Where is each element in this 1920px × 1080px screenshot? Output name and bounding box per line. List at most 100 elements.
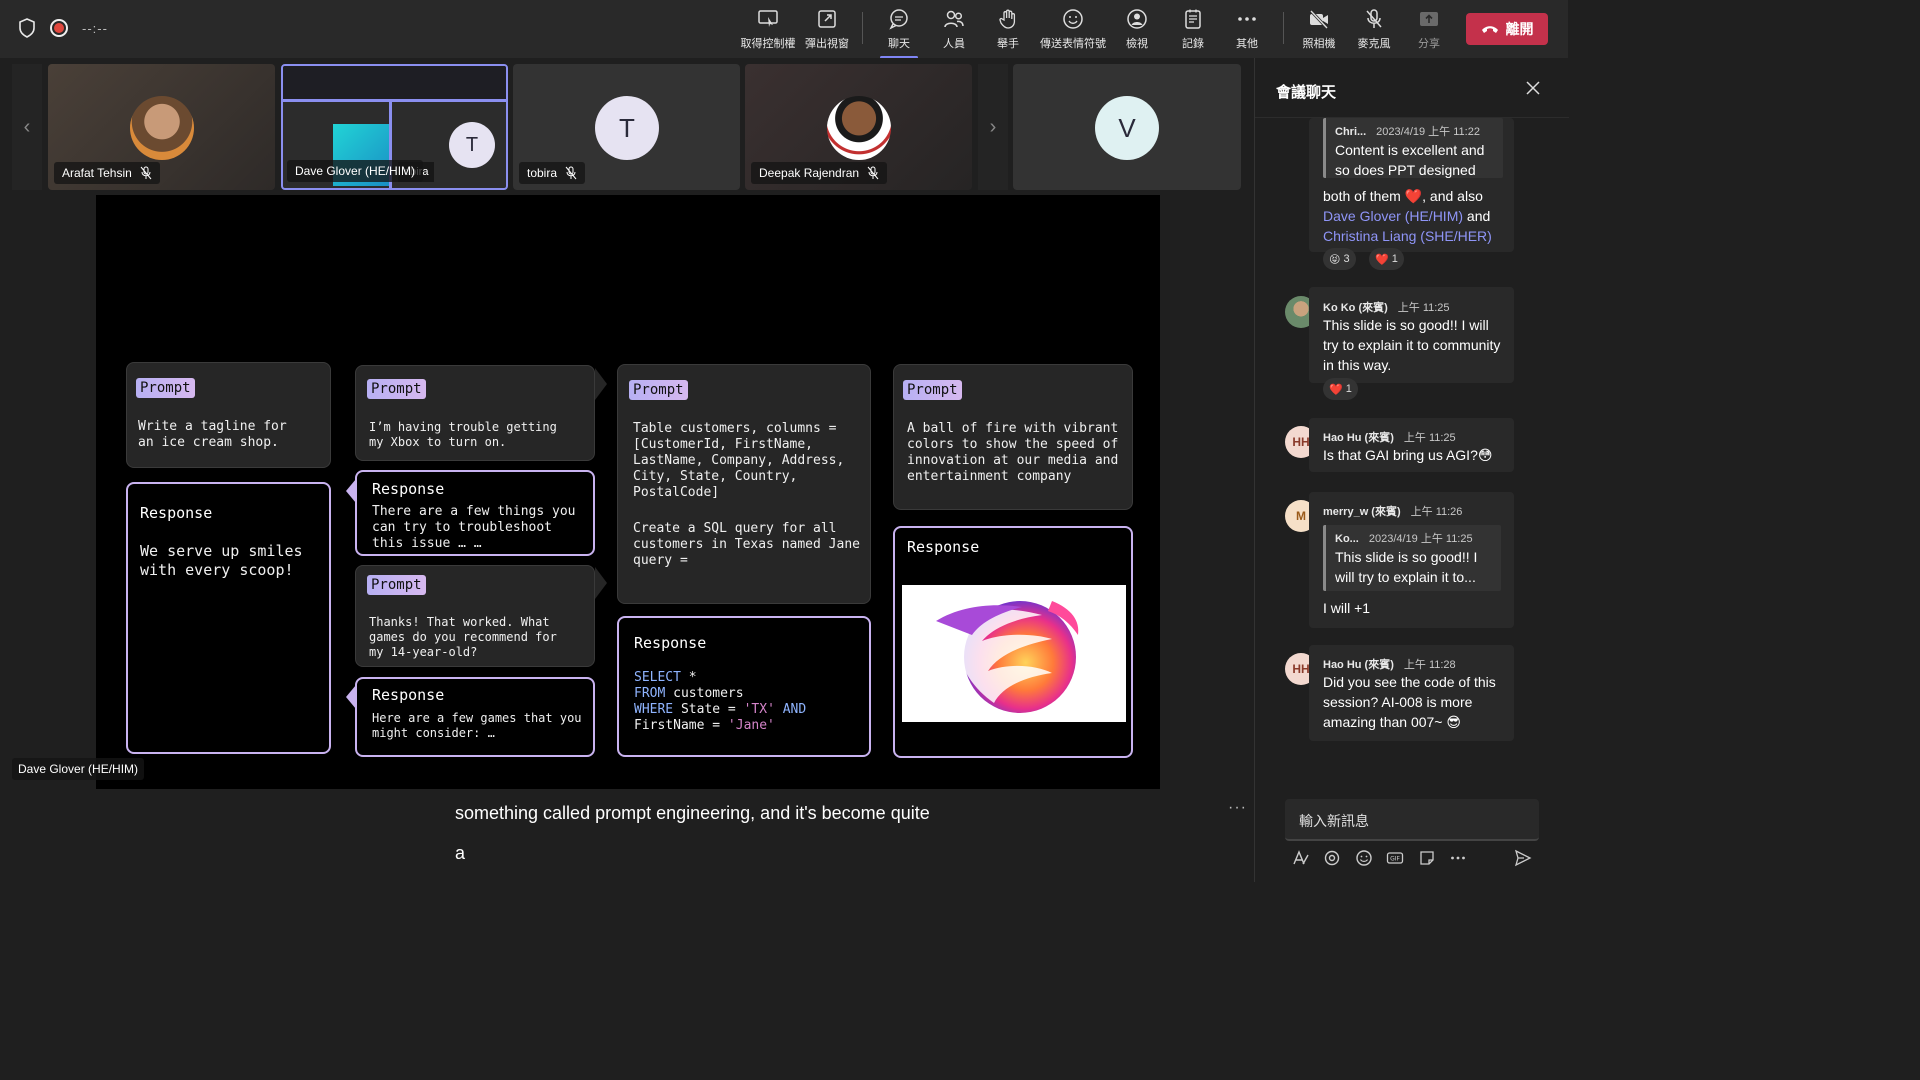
people-button[interactable]: 人員 (925, 8, 983, 54)
format-button[interactable] (1292, 849, 1312, 869)
mention-link[interactable]: Dave Glover (HE/HIM) (1323, 208, 1463, 224)
message-time: 上午 11:25 (1397, 302, 1450, 314)
shield-icon (19, 18, 35, 38)
loop-button[interactable] (1323, 849, 1343, 869)
participant-tile[interactable]: Deepak Rajendran (745, 64, 972, 190)
send-reaction-label: 傳送表情符號 (1040, 38, 1106, 50)
reaction-count: 1 (1391, 253, 1398, 265)
participant-avatar: T (595, 96, 659, 160)
meeting-chat-panel: 會議聊天 Chri... 2023/4/19 上午 11:22 Content i… (1254, 58, 1569, 882)
mention-link[interactable]: Christina Liang (SHE/HER) (1323, 228, 1492, 244)
chat-message[interactable]: Hao Hu (來賓) 上午 11:28 Did you see the code… (1309, 645, 1514, 741)
raise-hand-button[interactable]: 舉手 (979, 8, 1037, 54)
svg-text:GIF: GIF (1390, 856, 1400, 863)
meeting-toolbar: --:-- 取得控制權 彈出視窗 聊天 人員 舉手 傳送表情符號 檢視 記錄 其… (0, 0, 1568, 59)
view-icon (1127, 9, 1147, 29)
chat-message[interactable]: merry_w (來賓) 上午 11:26 Ko... 2023/4/19 上午 1… (1309, 492, 1514, 628)
message-time: 上午 11:25 (1403, 432, 1456, 444)
recording-icon (50, 19, 68, 37)
raise-hand-label: 舉手 (997, 38, 1019, 50)
message-compose-box[interactable]: 輸入新訊息 (1285, 799, 1539, 841)
prompt-text: Thanks! That worked. What games do you r… (369, 615, 557, 659)
take-control-button[interactable]: 取得控制權 (739, 8, 797, 54)
participant-name-tag: Arafat Tehsin (54, 162, 160, 184)
message-text: both of them ❤️, and also Dave Glover (H… (1323, 186, 1511, 246)
message-text-part: and (1463, 208, 1491, 224)
sticker-button[interactable] (1418, 849, 1438, 869)
more-options-button[interactable] (1449, 849, 1469, 869)
share-button[interactable]: 分享 (1400, 8, 1458, 54)
prompt-chip: Prompt (367, 575, 426, 595)
participant-name: tobira (527, 166, 558, 180)
quoted-message[interactable]: Ko... 2023/4/19 上午 11:25 This slide is so… (1323, 525, 1501, 591)
participant-avatar: T (449, 122, 495, 168)
strip-next-button[interactable]: › (978, 64, 1008, 190)
strip-prev-button[interactable]: ‹ (12, 64, 42, 190)
close-icon[interactable] (1525, 80, 1541, 96)
participant-name: Dave Glover (HE/HIM) (295, 164, 416, 178)
raise-hand-icon (999, 9, 1016, 29)
mic-button[interactable]: 麥克風 (1345, 8, 1403, 54)
people-label: 人員 (943, 38, 965, 50)
participant-name: Deepak Rajendran (759, 166, 860, 180)
prompt-card: Prompt Table customers, columns = [Custo… (617, 364, 871, 604)
heart-emoji-icon: ❤️ (1375, 253, 1389, 266)
compose-placeholder: 輸入新訊息 (1299, 813, 1369, 829)
notes-label: 記錄 (1182, 38, 1204, 50)
reaction-count: 3 (1343, 253, 1350, 265)
quote-time: 2023/4/19 上午 11:25 (1368, 533, 1473, 545)
participant-tile[interactable]: V (1013, 64, 1241, 190)
prompt-card: Prompt I’m having trouble getting my Xbo… (355, 365, 595, 461)
take-control-icon (758, 10, 778, 27)
camera-button[interactable]: 照相機 (1290, 8, 1348, 54)
message-text: This slide is so good!! I will try to ex… (1323, 317, 1501, 373)
mic-off-icon (565, 166, 577, 180)
reaction-pill[interactable]: ❤️ 1 (1323, 378, 1358, 400)
participant-avatar: V (1095, 96, 1159, 160)
leave-button[interactable]: 離開 (1466, 13, 1548, 45)
prompt-chip: Prompt (629, 380, 688, 400)
teams-meeting-window: --:-- 取得控制權 彈出視窗 聊天 人員 舉手 傳送表情符號 檢視 記錄 其… (0, 0, 1569, 882)
prompt-text: Create a SQL query for all customers in … (633, 521, 860, 568)
flushed-emoji-icon: 😳 (1477, 447, 1493, 463)
chat-button[interactable]: 聊天 (870, 8, 928, 59)
shared-screen-thumb (283, 66, 506, 102)
participant-tile[interactable]: T tobira (513, 64, 740, 190)
chat-message[interactable]: Chri... 2023/4/19 上午 11:22 Content is exc… (1309, 118, 1514, 252)
reaction-pill[interactable]: ❤️ 1 (1369, 248, 1404, 270)
gif-button[interactable]: GIF (1386, 849, 1406, 869)
reaction-count: 1 (1345, 383, 1352, 395)
sunglasses-emoji-icon: 😎 (1446, 714, 1461, 730)
participant-name-tag: tobira (519, 162, 586, 184)
chevron-left-icon: ‹ (23, 115, 31, 138)
generated-fireball-image (902, 585, 1126, 722)
view-button[interactable]: 檢視 (1108, 8, 1166, 54)
emoji-button[interactable] (1355, 849, 1375, 869)
quote-text: Content is excellent and so does PPT des… (1335, 142, 1485, 178)
heart-emoji-icon: ❤️ (1329, 383, 1343, 396)
shared-slide: Prompt Write a tagline for an ice cream … (96, 195, 1160, 789)
captions-more-button[interactable]: ··· (1228, 799, 1247, 817)
message-time: 上午 11:28 (1403, 659, 1456, 671)
response-card: Response Here are a few games that you m… (355, 677, 595, 757)
notes-icon (1185, 9, 1201, 29)
participant-tile[interactable]: Arafat Tehsin (48, 64, 275, 190)
message-author: Hao Hu (來賓) (1323, 659, 1394, 671)
notes-button[interactable]: 記錄 (1164, 8, 1222, 54)
send-reaction-button[interactable]: 傳送表情符號 (1040, 8, 1106, 54)
hang-up-icon (1481, 26, 1498, 33)
prompt-text: I’m having trouble getting my Xbox to tu… (369, 420, 557, 449)
reaction-pill[interactable]: 😝 3 (1323, 248, 1356, 270)
chat-message[interactable]: Hao Hu (來賓) 上午 11:25 Is that GAI bring us… (1309, 418, 1514, 472)
popout-button[interactable]: 彈出視窗 (798, 8, 856, 54)
more-button[interactable]: 其他 (1218, 8, 1276, 54)
live-captions: something called prompt engineering, and… (0, 793, 1254, 882)
quoted-message[interactable]: Chri... 2023/4/19 上午 11:22 Content is exc… (1323, 118, 1503, 178)
participant-tile-active[interactable]: T obira Dave Glover (HE/HIM) (281, 64, 508, 190)
avatar-initial: T (619, 112, 635, 143)
message-text-part: , and also (1422, 188, 1483, 204)
chat-message[interactable]: Ko Ko (來賓) 上午 11:25 This slide is so good… (1309, 287, 1514, 383)
gif-icon: GIF (1386, 852, 1404, 864)
send-button[interactable] (1514, 849, 1534, 869)
message-text-part: Is that GAI bring us AGI? (1323, 447, 1478, 463)
